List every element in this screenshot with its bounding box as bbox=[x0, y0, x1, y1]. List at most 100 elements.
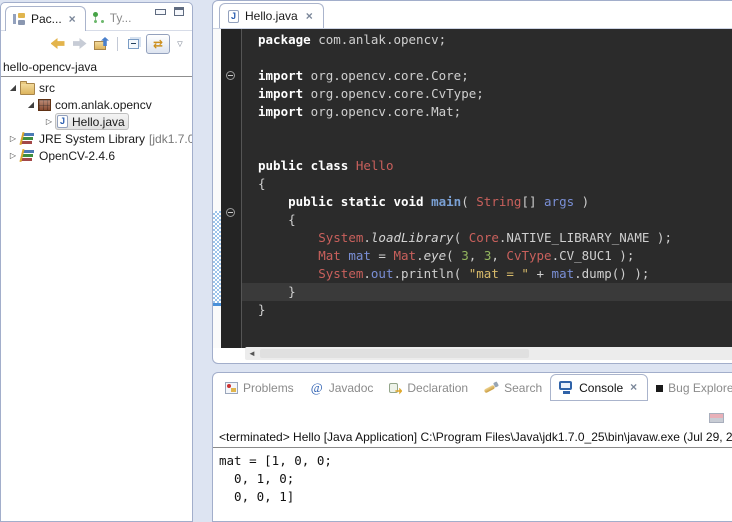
collapsed-arrow-icon[interactable]: ▷ bbox=[43, 117, 55, 126]
minimize-icon[interactable] bbox=[155, 9, 166, 15]
close-icon[interactable] bbox=[67, 14, 78, 25]
maximize-icon[interactable] bbox=[174, 7, 184, 16]
console-toolbar-icon[interactable] bbox=[709, 413, 724, 423]
package-icon bbox=[38, 99, 51, 111]
back-arrow-icon bbox=[51, 38, 65, 49]
bug-icon bbox=[656, 385, 663, 392]
code-line: public static void main( String[] args ) bbox=[242, 193, 732, 211]
package-explorer-icon bbox=[13, 13, 26, 25]
close-icon[interactable] bbox=[304, 11, 315, 22]
code-line bbox=[242, 49, 732, 67]
console-output[interactable]: mat = [1, 0, 0; 0, 1, 0; 0, 0, 1] bbox=[213, 448, 732, 506]
code-line: } bbox=[242, 301, 732, 319]
scroll-left-arrow-icon[interactable]: ◄ bbox=[248, 347, 256, 360]
folding-gutter bbox=[221, 29, 241, 348]
tab-javadoc[interactable]: Javadoc bbox=[302, 375, 382, 401]
explorer-toolbar bbox=[1, 31, 192, 56]
code-line: } bbox=[242, 283, 732, 301]
collapsed-arrow-icon[interactable]: ▷ bbox=[7, 151, 19, 160]
type-hierarchy-icon bbox=[93, 12, 105, 24]
tab-hello-java[interactable]: Hello.java bbox=[219, 3, 324, 28]
editor-panel: Hello.java package com.anlak.opencv; imp… bbox=[212, 0, 732, 364]
console-line: 0, 0, 1] bbox=[219, 488, 732, 506]
collapsed-arrow-icon[interactable]: ▷ bbox=[7, 134, 19, 143]
tab-label: Pac... bbox=[31, 12, 62, 26]
package-explorer-panel: Pac... Ty... hello-opencv-java ◢src◢com.… bbox=[0, 2, 193, 522]
console-icon bbox=[559, 381, 574, 394]
console-process-header: <terminated> Hello [Java Application] C:… bbox=[213, 430, 732, 448]
library-icon bbox=[20, 149, 35, 162]
back-button[interactable] bbox=[48, 35, 67, 53]
editor-tabbar: Hello.java bbox=[213, 1, 732, 29]
code-line bbox=[242, 121, 732, 139]
tab-label: Console bbox=[579, 381, 623, 395]
library-icon bbox=[20, 132, 35, 145]
code-editor[interactable]: package com.anlak.opencv; import org.ope… bbox=[242, 29, 732, 348]
horizontal-scrollbar[interactable]: ◄ bbox=[245, 347, 732, 360]
tree-item-com-anlak-opencv[interactable]: ◢ com.anlak.opencv bbox=[1, 96, 192, 113]
annotation-ruler bbox=[213, 29, 221, 348]
console-line: 0, 1, 0; bbox=[219, 470, 732, 488]
method-range-indicator bbox=[213, 211, 221, 306]
tree-item-suffix: [jdk1.7.0_25] bbox=[149, 132, 193, 146]
console-panel: Problems Javadoc Declaration Search Console B… bbox=[212, 372, 732, 522]
expanded-arrow-icon[interactable]: ◢ bbox=[25, 100, 37, 109]
java-file-icon bbox=[228, 10, 239, 23]
tree-item-jre-system-library[interactable]: ▷JRE System Library [jdk1.7.0_25] bbox=[1, 130, 192, 147]
tree-item-project[interactable]: hello-opencv-java bbox=[1, 59, 192, 74]
tab-console[interactable]: Console bbox=[550, 374, 648, 401]
tab-label: Javadoc bbox=[329, 381, 374, 395]
forward-button[interactable] bbox=[70, 35, 89, 53]
tree-item-opencv-2-4-6[interactable]: ▷ OpenCV-2.4.6 bbox=[1, 147, 192, 164]
tree-item-label: com.anlak.opencv bbox=[55, 98, 152, 112]
tree-item-label: src bbox=[39, 81, 55, 95]
code-line: import org.opencv.core.Mat; bbox=[242, 103, 732, 121]
problems-icon bbox=[225, 382, 238, 394]
folder-up-icon bbox=[94, 37, 109, 50]
fold-collapse-icon[interactable] bbox=[226, 208, 235, 217]
tab-package-explorer[interactable]: Pac... bbox=[5, 6, 86, 31]
code-line: System.loadLibrary( Core.NATIVE_LIBRARY_… bbox=[242, 229, 732, 247]
tree-item-label: Hello.java bbox=[72, 115, 125, 129]
tab-label: Bug Explorer bbox=[668, 381, 732, 395]
code-line: public class Hello bbox=[242, 157, 732, 175]
expanded-arrow-icon[interactable]: ◢ bbox=[7, 83, 19, 92]
code-line: { bbox=[242, 211, 732, 229]
collapse-all-button[interactable] bbox=[124, 35, 143, 53]
code-line: import org.opencv.core.CvType; bbox=[242, 85, 732, 103]
collapse-all-icon bbox=[128, 39, 139, 49]
tab-search[interactable]: Search bbox=[476, 375, 550, 401]
console-line: mat = [1, 0, 0; bbox=[219, 452, 732, 470]
package-tree: hello-opencv-java ◢src◢com.anlak.opencv▷… bbox=[1, 56, 192, 164]
tab-problems[interactable]: Problems bbox=[217, 375, 302, 401]
project-label: hello-opencv-java bbox=[3, 60, 97, 74]
code-line: package com.anlak.opencv; bbox=[242, 31, 732, 49]
code-line: import org.opencv.core.Core; bbox=[242, 67, 732, 85]
tab-type-hierarchy[interactable]: Ty... bbox=[86, 6, 139, 30]
view-menu-button[interactable] bbox=[173, 35, 187, 53]
tree-item-hello-java[interactable]: ▷ Hello.java bbox=[1, 113, 192, 130]
close-icon[interactable] bbox=[628, 382, 639, 393]
code-line: System.out.println( "mat = " + mat.dump(… bbox=[242, 265, 732, 283]
declaration-icon bbox=[389, 382, 402, 395]
toolbar-separator bbox=[117, 37, 118, 51]
javadoc-icon bbox=[310, 381, 324, 395]
search-icon bbox=[484, 382, 499, 395]
tab-label: Search bbox=[504, 381, 542, 395]
scrollbar-thumb[interactable] bbox=[260, 349, 530, 358]
tab-declaration[interactable]: Declaration bbox=[381, 375, 476, 401]
code-line: Mat mat = Mat.eye( 3, 3, CvType.CV_8UC1 … bbox=[242, 247, 732, 265]
java-file-icon bbox=[57, 115, 68, 128]
up-button[interactable] bbox=[92, 35, 111, 53]
code-line bbox=[242, 139, 732, 157]
tree-item-src[interactable]: ◢ src bbox=[1, 79, 192, 96]
link-with-editor-button[interactable] bbox=[146, 34, 170, 54]
forward-arrow-icon bbox=[73, 38, 87, 49]
project-divider bbox=[1, 76, 192, 77]
tab-label: Declaration bbox=[407, 381, 468, 395]
view-window-buttons bbox=[155, 3, 192, 16]
code-line: { bbox=[242, 175, 732, 193]
tree-item-label: OpenCV-2.4.6 bbox=[39, 149, 115, 163]
fold-collapse-icon[interactable] bbox=[226, 71, 235, 80]
tab-bug-explorer[interactable]: Bug Explorer bbox=[648, 375, 732, 401]
